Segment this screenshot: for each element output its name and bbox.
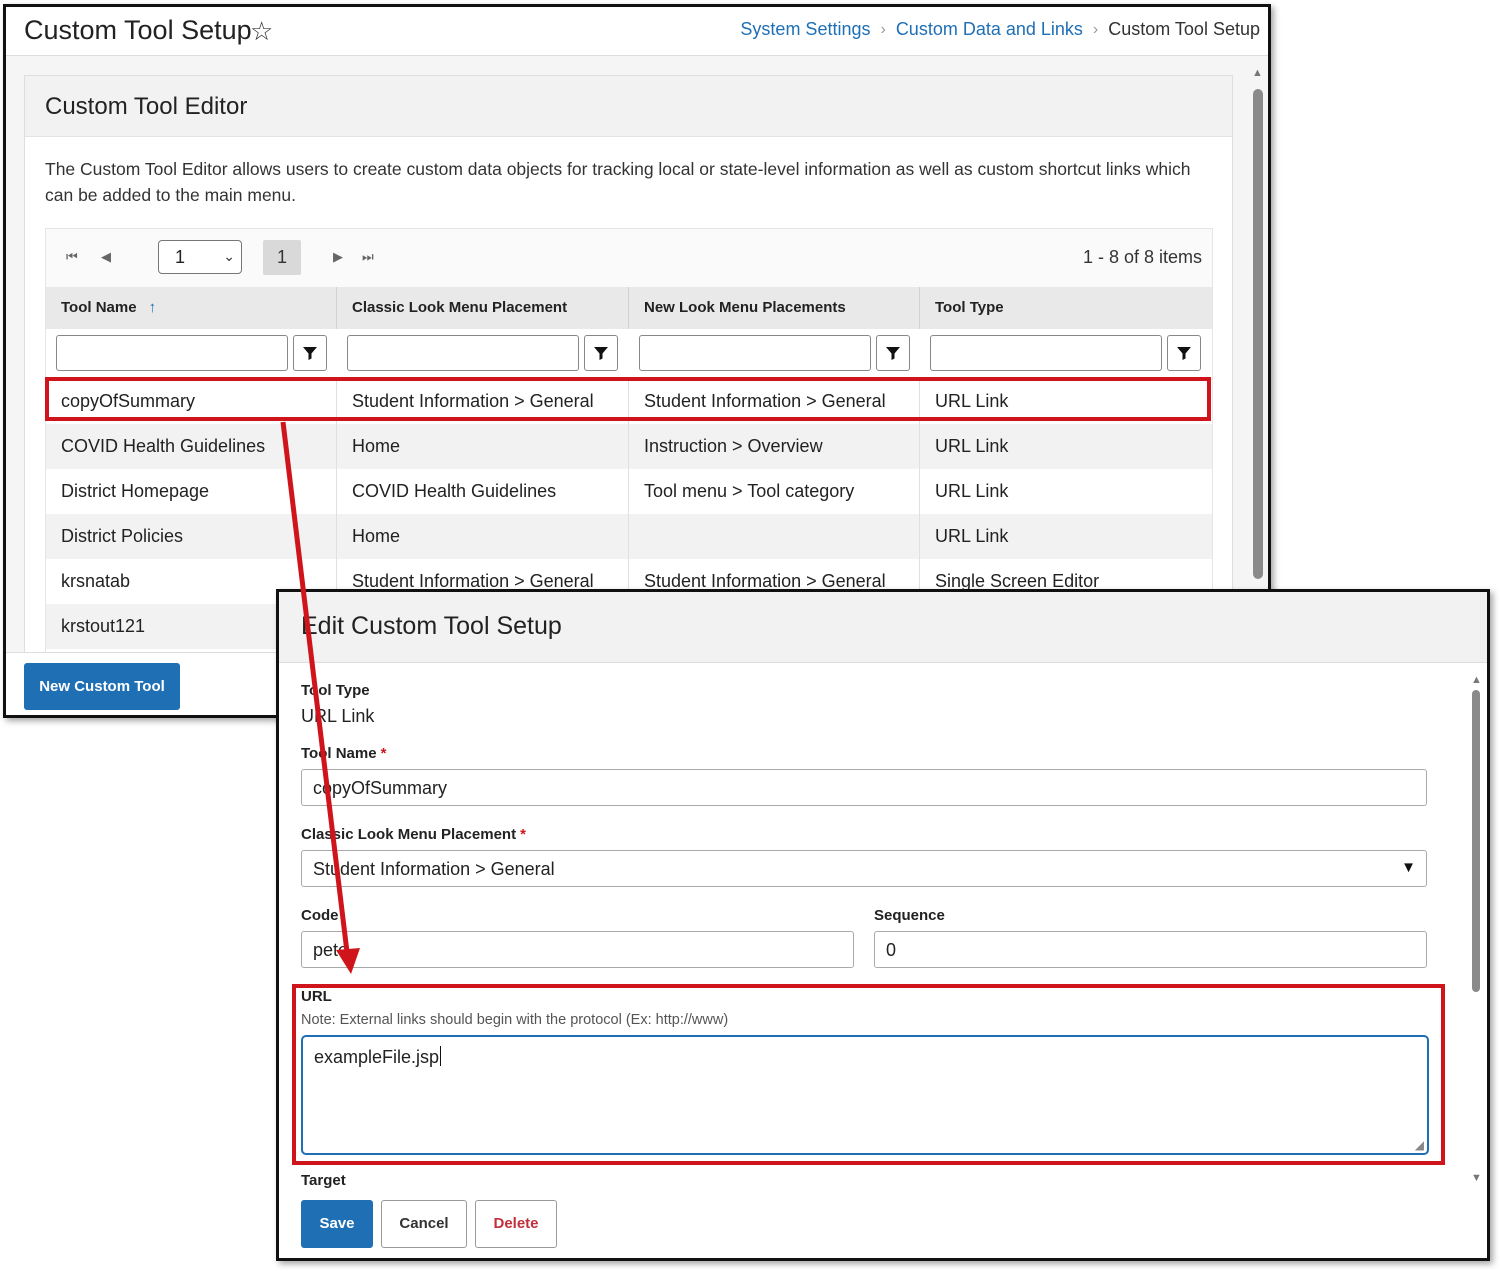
cell-classic-placement: Home bbox=[337, 514, 629, 559]
editor-header: Custom Tool Editor bbox=[25, 76, 1232, 137]
breadcrumb: System Settings › Custom Data and Links … bbox=[740, 19, 1260, 40]
dropdown-arrow-icon: ▼ bbox=[1401, 859, 1416, 876]
cell-classic-placement: COVID Health Guidelines bbox=[337, 469, 629, 514]
cell-classic-placement: Home bbox=[337, 424, 629, 469]
modal-title: Edit Custom Tool Setup bbox=[301, 612, 562, 640]
last-page-icon[interactable]: ⏭ bbox=[362, 249, 374, 265]
filter-row bbox=[46, 329, 1212, 380]
breadcrumb-current: Custom Tool Setup bbox=[1108, 19, 1260, 39]
classic-placement-label: Classic Look Menu Placement * bbox=[301, 826, 526, 843]
filter-tool-type-input[interactable] bbox=[930, 335, 1162, 371]
chevron-right-icon: › bbox=[1092, 20, 1099, 38]
required-marker: * bbox=[380, 745, 387, 762]
prev-page-icon[interactable]: ◀ bbox=[101, 249, 111, 265]
sequence-label: Sequence bbox=[874, 907, 945, 924]
new-custom-tool-button[interactable]: New Custom Tool bbox=[24, 663, 180, 710]
custom-tool-editor-panel: Custom Tool Editor The Custom Tool Edito… bbox=[24, 75, 1233, 680]
column-header-tool-type[interactable]: Tool Type bbox=[920, 287, 1212, 329]
filter-icon[interactable] bbox=[584, 335, 618, 371]
table-row[interactable]: District Policies Home URL Link bbox=[46, 514, 1212, 559]
url-highlight-box bbox=[292, 984, 1445, 1165]
page-select[interactable]: 1 ⌄ bbox=[158, 240, 242, 274]
table-row[interactable]: COVID Health Guidelines Home Instruction… bbox=[46, 424, 1212, 469]
breadcrumb-custom-data-links[interactable]: Custom Data and Links bbox=[896, 19, 1083, 40]
modal-footer: Save Cancel Delete bbox=[279, 1190, 1487, 1258]
chevron-right-icon: › bbox=[880, 20, 886, 38]
top-bar: Custom Tool Setup ☆ System Settings › Cu… bbox=[6, 7, 1268, 56]
scroll-up-icon[interactable]: ▲ bbox=[1252, 67, 1263, 79]
star-icon[interactable]: ☆ bbox=[250, 16, 273, 47]
column-header-label: Tool Name bbox=[61, 299, 137, 316]
cell-tool-name: COVID Health Guidelines bbox=[46, 424, 337, 469]
tool-name-input[interactable]: copyOfSummary bbox=[301, 769, 1427, 806]
scrollbar-thumb[interactable] bbox=[1253, 89, 1263, 579]
modal-scrollbar[interactable]: ▲ ▼ bbox=[1469, 672, 1483, 1192]
scrollbar-thumb[interactable] bbox=[1472, 690, 1480, 992]
column-header-new-placements[interactable]: New Look Menu Placements bbox=[629, 287, 920, 329]
cell-new-placements bbox=[629, 514, 920, 559]
cancel-button[interactable]: Cancel bbox=[381, 1200, 467, 1248]
sort-ascending-icon: ↑ bbox=[148, 299, 157, 316]
classic-placement-value: Student Information > General bbox=[313, 859, 555, 879]
page-title: Custom Tool Setup bbox=[24, 15, 252, 45]
modal-header: Edit Custom Tool Setup bbox=[279, 592, 1487, 663]
tool-name-label: Tool Name * bbox=[301, 745, 386, 762]
editor-description: The Custom Tool Editor allows users to c… bbox=[45, 159, 1191, 205]
cell-tool-type: URL Link bbox=[935, 436, 1009, 456]
target-label: Target bbox=[301, 1172, 346, 1189]
breadcrumb-system-settings[interactable]: System Settings bbox=[740, 19, 870, 40]
classic-placement-select[interactable]: Student Information > General ▼ bbox=[301, 850, 1427, 887]
sequence-input[interactable]: 0 bbox=[874, 931, 1427, 968]
filter-new-placements-input[interactable] bbox=[639, 335, 871, 371]
cell-tool-type: URL Link bbox=[935, 526, 1009, 546]
next-page-icon[interactable]: ▶ bbox=[333, 249, 343, 265]
first-page-icon[interactable]: ⏮ bbox=[66, 249, 78, 265]
filter-tool-name-input[interactable] bbox=[56, 335, 288, 371]
cell-tool-name: District Homepage bbox=[46, 469, 337, 514]
filter-classic-placement-input[interactable] bbox=[347, 335, 579, 371]
cell-tool-name: District Policies bbox=[46, 514, 337, 559]
column-header-tool-name[interactable]: Tool Name ↑ bbox=[46, 287, 337, 329]
classic-placement-label-text: Classic Look Menu Placement bbox=[301, 826, 517, 843]
cell-new-placements: Instruction > Overview bbox=[629, 424, 920, 469]
column-header-classic-placement[interactable]: Classic Look Menu Placement bbox=[337, 287, 629, 329]
save-button[interactable]: Save bbox=[301, 1200, 373, 1248]
pager: ⏮ ◀ 1 ⌄ 1 ▶ ⏭ 1 - 8 of 8 items bbox=[46, 229, 1212, 287]
current-page-button[interactable]: 1 bbox=[263, 240, 301, 275]
code-label: Code bbox=[301, 907, 339, 924]
edit-custom-tool-modal: Edit Custom Tool Setup Tool Type URL Lin… bbox=[276, 589, 1490, 1261]
scroll-up-icon[interactable]: ▲ bbox=[1471, 674, 1482, 686]
pager-info: 1 - 8 of 8 items bbox=[1082, 247, 1202, 267]
cell-new-placements: Tool menu > Tool category bbox=[629, 469, 920, 514]
tool-type-value: URL Link bbox=[301, 706, 375, 726]
row-highlight-box bbox=[45, 377, 1211, 421]
cell-tool-type: URL Link bbox=[935, 481, 1009, 501]
code-input[interactable]: pete bbox=[301, 931, 854, 968]
grid-header: Tool Name ↑ Classic Look Menu Placement N… bbox=[46, 287, 1212, 329]
page-select-value: 1 bbox=[175, 247, 186, 267]
delete-button[interactable]: Delete bbox=[475, 1200, 557, 1248]
chevron-down-icon: ⌄ bbox=[223, 248, 235, 264]
tool-type-label: Tool Type bbox=[301, 682, 370, 699]
filter-icon[interactable] bbox=[293, 335, 327, 371]
scroll-down-icon[interactable]: ▼ bbox=[1471, 1172, 1482, 1184]
required-marker: * bbox=[520, 826, 526, 843]
filter-icon[interactable] bbox=[876, 335, 910, 371]
filter-icon[interactable] bbox=[1167, 335, 1201, 371]
main-scrollbar[interactable]: ▲ bbox=[1249, 63, 1265, 603]
table-row[interactable]: District Homepage COVID Health Guideline… bbox=[46, 469, 1212, 514]
editor-title: Custom Tool Editor bbox=[45, 93, 248, 120]
tool-name-label-text: Tool Name bbox=[301, 745, 377, 762]
